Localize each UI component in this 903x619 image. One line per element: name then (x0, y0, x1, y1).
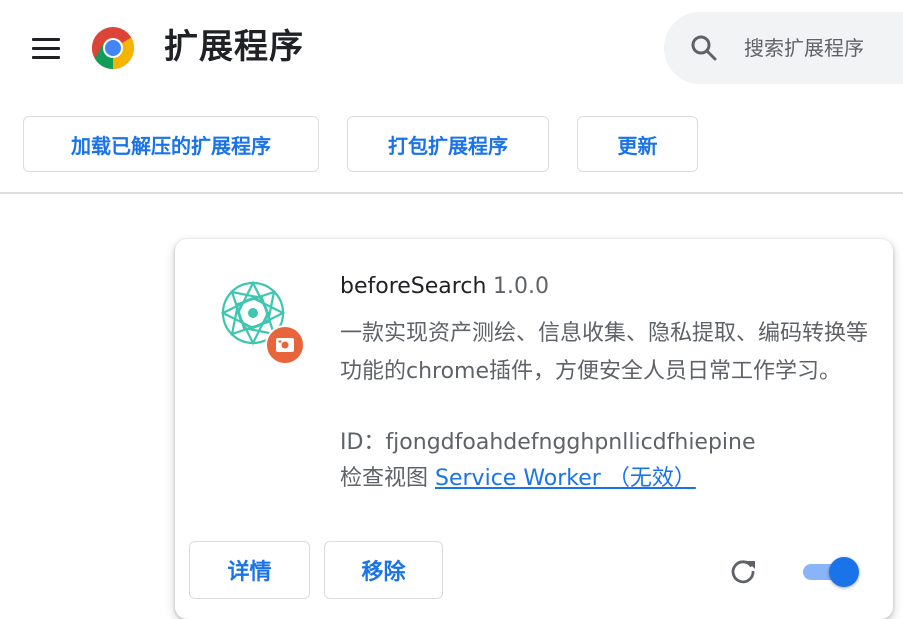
header: 扩展程序 (0, 0, 903, 96)
extension-description: 一款实现资产测绘、信息收集、隐私提取、编码转换等功能的chrome插件，方便安全… (340, 321, 869, 384)
pack-extension-button[interactable]: 打包扩展程序 (347, 116, 549, 172)
search-box[interactable] (664, 12, 903, 84)
inspect-views-label: 检查视图 (340, 466, 429, 491)
update-button[interactable]: 更新 (577, 116, 698, 172)
toolbar: 加载已解压的扩展程序 打包扩展程序 更新 (0, 96, 903, 194)
menu-icon[interactable] (32, 38, 60, 60)
toggle-thumb[interactable] (829, 557, 859, 587)
service-worker-link[interactable]: Service Worker （无效） (435, 466, 696, 491)
page-title: 扩展程序 (164, 27, 304, 67)
extension-version: 1.0.0 (493, 274, 549, 299)
remove-button[interactable]: 移除 (324, 541, 443, 599)
search-input[interactable] (744, 34, 903, 62)
extension-name: beforeSearch (340, 274, 487, 299)
extension-id-value: fjongdfoahdefngghpnllicdfhiepine (385, 430, 756, 455)
extension-badge-icon (265, 325, 305, 365)
inspect-views: 检查视图 Service Worker （无效） (340, 463, 696, 495)
enable-toggle[interactable] (801, 555, 861, 587)
extension-id-label: ID： (340, 430, 386, 455)
extension-id: ID：fjongdfoahdefngghpnllicdfhiepine (340, 427, 756, 459)
extension-card: beforeSearch 1.0.0 一款实现资产测绘、信息收集、隐私提取、编码… (175, 239, 893, 619)
search-icon[interactable] (690, 34, 718, 62)
details-button[interactable]: 详情 (189, 541, 310, 599)
load-unpacked-button[interactable]: 加载已解压的扩展程序 (23, 116, 319, 172)
reload-icon[interactable] (728, 556, 758, 586)
chrome-logo-icon (91, 27, 135, 70)
